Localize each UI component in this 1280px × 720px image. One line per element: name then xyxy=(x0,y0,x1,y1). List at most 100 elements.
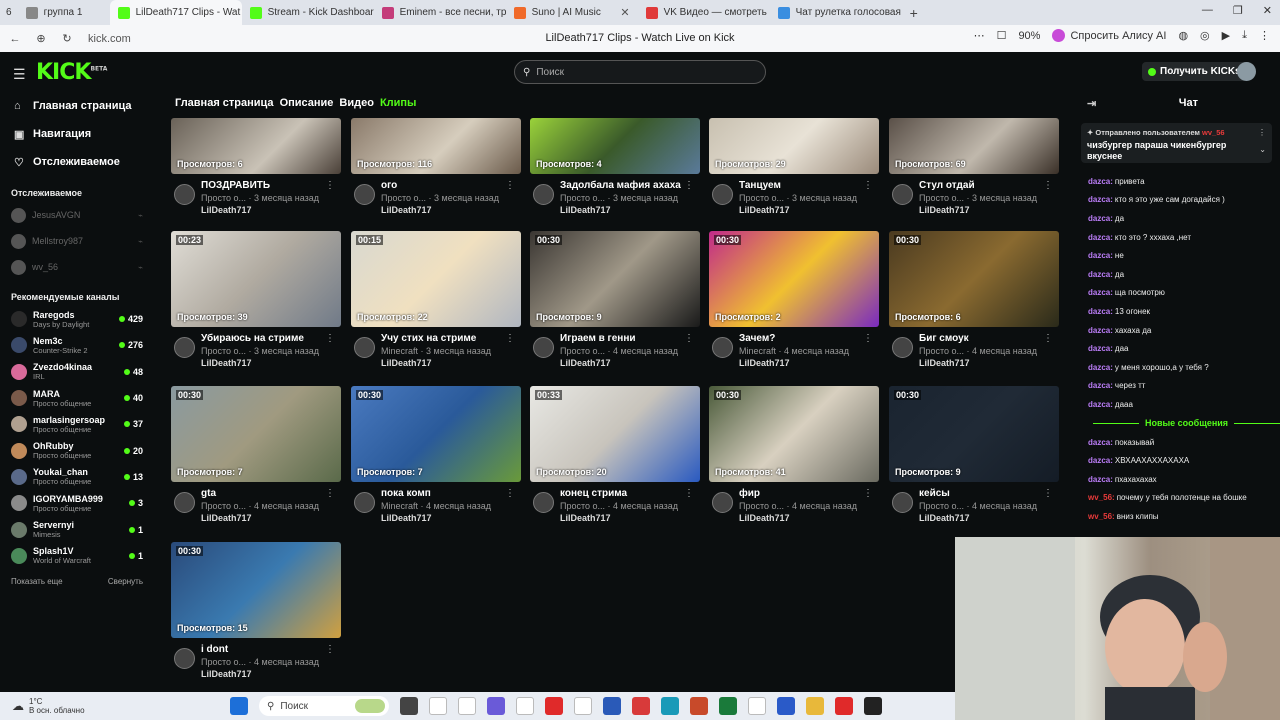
clip-title[interactable]: кейсы xyxy=(919,488,950,499)
streamer-avatar[interactable] xyxy=(533,184,554,205)
streamer-avatar[interactable] xyxy=(354,492,375,513)
streamer-avatar[interactable] xyxy=(712,492,733,513)
collapse-link[interactable]: Свернуть xyxy=(108,577,143,586)
user-avatar[interactable] xyxy=(1237,62,1256,81)
streamer-avatar[interactable] xyxy=(712,184,733,205)
chat-username[interactable]: dazca: xyxy=(1088,270,1113,279)
browser-tab[interactable]: группа 1 xyxy=(18,0,110,25)
task-view-icon[interactable] xyxy=(400,697,418,715)
streamer-avatar[interactable] xyxy=(174,184,195,205)
clip-title[interactable]: ого xyxy=(381,180,397,191)
recommended-channel[interactable]: Youkai_chan Просто общение 13 xyxy=(0,464,153,490)
file-icon[interactable] xyxy=(458,697,476,715)
channel-tab[interactable]: Описание xyxy=(280,97,334,109)
teams-icon[interactable] xyxy=(487,697,505,715)
clip-thumbnail[interactable]: 00:30 Просмотров: 6 xyxy=(889,231,1059,327)
clip-streamer[interactable]: LilDeath717 xyxy=(201,513,252,523)
close-window-icon[interactable]: ✕ xyxy=(1263,4,1272,17)
more-options-icon[interactable]: ⋮ xyxy=(684,333,694,344)
more-options-icon[interactable]: ⋮ xyxy=(325,644,335,655)
recommended-channel[interactable]: Zvezdo4kinaa IRL 48 xyxy=(0,359,153,385)
extension-icon[interactable]: ◎ xyxy=(1200,29,1210,42)
bookmark-icon[interactable]: ☐ xyxy=(997,29,1007,42)
streamer-avatar[interactable] xyxy=(533,492,554,513)
browser-tab[interactable]: LilDeath717 Clips - Wat✕ xyxy=(109,0,242,25)
clip-thumbnail[interactable]: Просмотров: 6 xyxy=(171,118,341,174)
clip-streamer[interactable]: LilDeath717 xyxy=(739,205,790,215)
chevron-down-icon[interactable]: ⌄ xyxy=(1259,145,1266,154)
clip-thumbnail[interactable]: 00:30 Просмотров: 15 xyxy=(171,542,341,638)
clip-title[interactable]: фир xyxy=(739,488,760,499)
clip-title[interactable]: Зачем? xyxy=(739,333,775,344)
streamer-avatar[interactable] xyxy=(174,492,195,513)
clip-streamer[interactable]: LilDeath717 xyxy=(919,205,970,215)
clip-title[interactable]: пока комп xyxy=(381,488,431,499)
sidebar-nav-item[interactable]: ⌂ Главная страница xyxy=(0,92,153,120)
obs-icon[interactable] xyxy=(864,697,882,715)
streamer-avatar[interactable] xyxy=(892,492,913,513)
chat-username[interactable]: dazca: xyxy=(1088,326,1113,335)
clip-streamer[interactable]: LilDeath717 xyxy=(201,669,252,679)
chat-username[interactable]: dazca: xyxy=(1088,251,1113,260)
weather-widget[interactable]: ☁ 1°C В осн. облачно xyxy=(0,697,230,715)
chat-username[interactable]: dazca: xyxy=(1088,381,1113,390)
clip-title[interactable]: конец стрима xyxy=(560,488,627,499)
new-tab-button[interactable]: + xyxy=(910,5,918,21)
clip-streamer[interactable]: LilDeath717 xyxy=(560,358,611,368)
edge-icon[interactable] xyxy=(661,697,679,715)
clip-thumbnail[interactable]: Просмотров: 116 xyxy=(351,118,521,174)
clip-title[interactable]: Биг смоук xyxy=(919,333,969,344)
clip-thumbnail[interactable]: Просмотров: 29 xyxy=(709,118,879,174)
more-icon[interactable]: ⋯ xyxy=(974,29,985,42)
clip-thumbnail[interactable]: Просмотров: 4 xyxy=(530,118,700,174)
tab-count[interactable]: 6 xyxy=(0,7,18,18)
yandex-browser-icon[interactable] xyxy=(545,697,563,715)
clip-title[interactable]: ПОЗДРАВИТЬ xyxy=(201,180,270,191)
more-options-icon[interactable]: ⋮ xyxy=(863,180,873,191)
more-options-icon[interactable]: ⋮ xyxy=(505,333,515,344)
clip-streamer[interactable]: LilDeath717 xyxy=(739,513,790,523)
more-options-icon[interactable]: ⋮ xyxy=(325,333,335,344)
streamer-avatar[interactable] xyxy=(892,184,913,205)
more-options-icon[interactable]: ⋮ xyxy=(505,180,515,191)
clip-title[interactable]: Задолбала мафия ахаха xyxy=(560,180,681,191)
minimize-icon[interactable]: — xyxy=(1202,4,1213,17)
streamer-avatar[interactable] xyxy=(174,337,195,358)
recommended-channel[interactable]: Splash1V World of Warcraft 1 xyxy=(0,543,153,569)
chat-username[interactable]: dazca: xyxy=(1088,475,1113,484)
start-icon[interactable] xyxy=(230,697,248,715)
clip-streamer[interactable]: LilDeath717 xyxy=(560,205,611,215)
chat-username[interactable]: wv_56: xyxy=(1088,493,1115,502)
file-icon[interactable] xyxy=(429,697,447,715)
clip-thumbnail[interactable]: 00:30 Просмотров: 7 xyxy=(351,386,521,482)
recommended-channel[interactable]: Nem3c Counter-Strike 2 276 xyxy=(0,332,153,358)
menu-icon[interactable]: ⋮ xyxy=(1259,29,1270,42)
more-options-icon[interactable]: ⋮ xyxy=(505,488,515,499)
clip-thumbnail[interactable]: 00:30 Просмотров: 2 xyxy=(709,231,879,327)
alice-button[interactable]: Спросить Алису AI xyxy=(1052,29,1166,42)
close-tab-icon[interactable]: ✕ xyxy=(620,6,629,19)
streamer-avatar[interactable] xyxy=(892,337,913,358)
recommended-channel[interactable]: MARA Просто общение 40 xyxy=(0,385,153,411)
show-more-link[interactable]: Показать еще xyxy=(11,577,63,586)
sidebar-nav-item[interactable]: ♡ Отслеживаемое xyxy=(0,148,153,176)
clip-streamer[interactable]: LilDeath717 xyxy=(381,358,432,368)
restore-icon[interactable]: ❐ xyxy=(1233,4,1243,17)
pinned-by-user[interactable]: wv_56 xyxy=(1202,128,1225,137)
streamer-avatar[interactable] xyxy=(533,337,554,358)
more-options-icon[interactable]: ⋮ xyxy=(1043,180,1053,191)
file-icon[interactable] xyxy=(574,697,592,715)
taskbar-search[interactable]: ⚲ Поиск xyxy=(259,696,389,716)
chat-username[interactable]: dazca: xyxy=(1088,195,1113,204)
more-options-icon[interactable]: ⋮ xyxy=(1043,488,1053,499)
clip-streamer[interactable]: LilDeath717 xyxy=(381,513,432,523)
clip-thumbnail[interactable]: 00:23 Просмотров: 39 xyxy=(171,231,341,327)
browser-tab[interactable]: Чат рулетка голосовая —✕ xyxy=(770,0,902,25)
more-options-icon[interactable]: ⋮ xyxy=(325,180,335,191)
following-item[interactable]: JesusAVGN ⌁ xyxy=(0,202,153,228)
recommended-channel[interactable]: marlasingersoap Просто общение 37 xyxy=(0,411,153,437)
clip-title[interactable]: gta xyxy=(201,488,216,499)
clip-title[interactable]: Играем в генни xyxy=(560,333,636,344)
clip-thumbnail[interactable]: 00:30 Просмотров: 9 xyxy=(530,231,700,327)
following-item[interactable]: wv_56 ⌁ xyxy=(0,254,153,280)
